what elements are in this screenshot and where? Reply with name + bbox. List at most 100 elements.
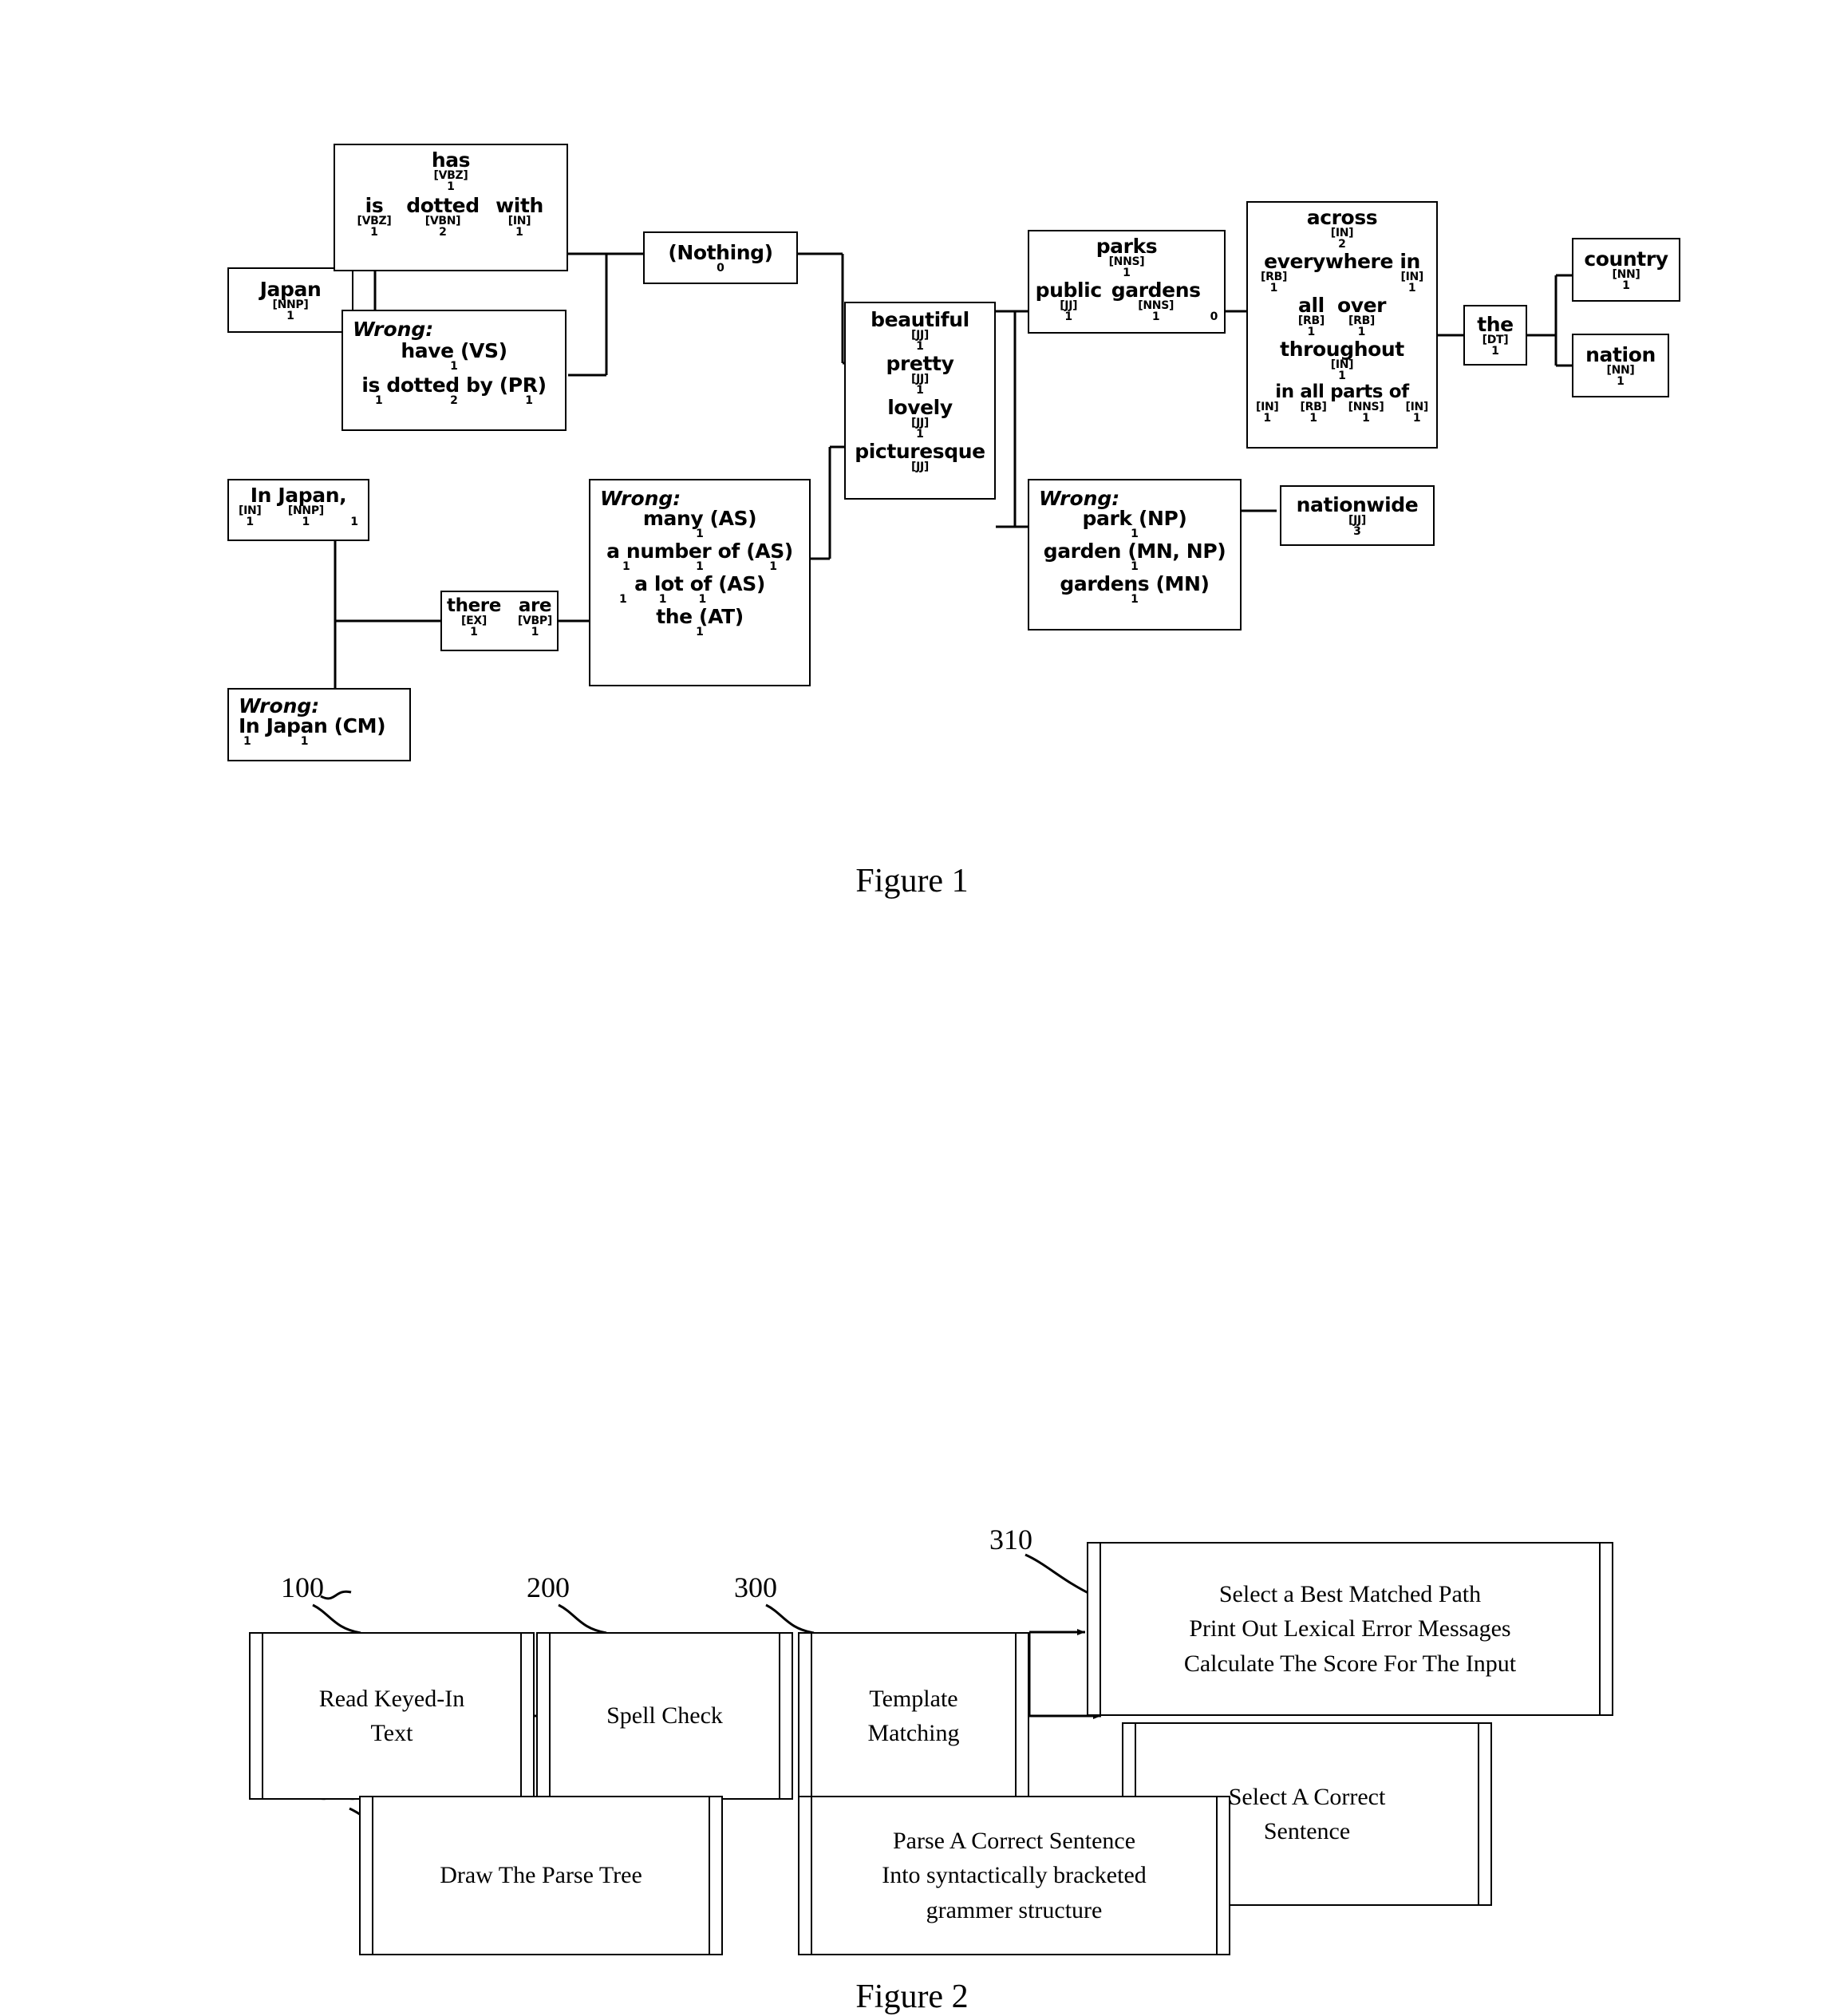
process-draw-parse-tree[interactable]: Draw The Parse Tree [359, 1796, 723, 1955]
parks-tag: [NNS] [1108, 255, 1145, 268]
public-gardens-row: public [JJ] 1 gardens [NNS] 1 0 [1034, 280, 1219, 322]
ref-number-310: 310 [989, 1524, 1032, 1555]
there-are-row: there [EX] 1 are [VBP] 1 [447, 597, 552, 638]
parks-trailing-count: 0 [1210, 310, 1218, 323]
process-template-matching[interactable]: Template Matching [798, 1632, 1029, 1800]
wrong-park-label: Wrong: [1039, 487, 1120, 510]
draw-line-1: Draw The Parse Tree [440, 1862, 642, 1889]
is-dotted-by-counts: 1 2 1 [353, 395, 555, 406]
figure-1-caption: Figure 1 [855, 863, 969, 899]
in-tag: [IN] [1400, 271, 1423, 283]
node-adjectives[interactable]: beautiful [JJ] 1 pretty [JJ] 1 lovely [J… [844, 302, 996, 500]
the-at-count: 1 [696, 626, 704, 638]
in-all-parts-of-line: in all parts of [1253, 383, 1431, 401]
with-count: 1 [515, 226, 523, 239]
token-there: there [EX] 1 [447, 597, 501, 638]
park-np-word: park (NP) [1082, 507, 1187, 530]
nationwide-tag: [JJ] [1348, 513, 1366, 527]
country-word: country [1584, 247, 1668, 271]
ref-number-300: 300 [734, 1571, 777, 1603]
dotted-count: 2 [439, 226, 447, 239]
parse-line-3: grammer structure [926, 1896, 1103, 1923]
node-nothing[interactable]: (Nothing) 0 [643, 231, 798, 284]
has-word: has [431, 148, 471, 172]
everywhere-tag: [RB] [1261, 271, 1288, 283]
process-spell-check[interactable]: Spell Check [536, 1632, 793, 1800]
node-parks[interactable]: parks [NNS] 1 public [JJ] 1 gardens [NNS… [1028, 230, 1226, 334]
ref-number-200: 200 [527, 1571, 570, 1603]
node-has-is-dotted-with[interactable]: has [VBZ] 1 is [VBZ] 1 dotted [VBN] 2 wi… [334, 144, 568, 271]
gardens-mn-count: 1 [1131, 593, 1139, 606]
node-japan-word: Japan [259, 277, 322, 301]
parts-word: parts [1330, 381, 1384, 402]
of-col: [IN] 1 [1405, 401, 1428, 424]
in-count: 1 [1407, 282, 1416, 294]
there-word: there [447, 595, 501, 616]
a-lot-of-word: a lot of (AS) [634, 572, 765, 595]
throughout-count: 1 [1338, 370, 1346, 382]
there-tag: [EX] [460, 615, 487, 627]
node-in-japan[interactable]: In Japan, [IN] 1 [NNP] 1 1 [227, 479, 369, 541]
token-all: all [RB] 1 [1298, 295, 1325, 338]
a-number-of-word: a number of (AS) [606, 540, 793, 563]
picturesque-word: picturesque [855, 440, 985, 463]
over-count: 1 [1357, 326, 1366, 338]
node-there-are[interactable]: there [EX] 1 are [VBP] 1 [440, 591, 559, 651]
wrong-have-label: Wrong: [353, 318, 434, 341]
count-3: 1 [769, 560, 777, 573]
process-select-best-matched-path[interactable]: Select a Best Matched Path Print Out Lex… [1087, 1542, 1613, 1716]
node-wrong-have[interactable]: Wrong: have (VS) 1 is dotted by (PR) 1 2… [342, 310, 567, 431]
are-tag: [VBP] [517, 615, 552, 627]
nation-tag: [NN] [1606, 363, 1635, 377]
token-trailing: 0 [1210, 311, 1218, 322]
of-count: 1 [1412, 412, 1421, 425]
token-gardens: gardens [NNS] 1 [1111, 280, 1201, 322]
lovely-tag: [JJ] [910, 417, 929, 429]
process-read-keyed-in-text[interactable]: Read Keyed-In Text [249, 1632, 535, 1800]
garden-mn-np-count: 1 [1131, 560, 1139, 573]
the-tag: [DT] [1482, 333, 1509, 346]
beautiful-word: beautiful [871, 308, 969, 331]
count-2: 2 [450, 394, 458, 407]
lovely-word: lovely [887, 396, 953, 419]
a-lot-of-counts: 1 1 1 [600, 594, 799, 605]
node-japan[interactable]: Japan [NNP] 1 [227, 267, 353, 333]
node-wrong-many[interactable]: Wrong: many (AS) 1 a number of (AS) 1 1 … [589, 479, 811, 686]
node-across[interactable]: across [IN] 2 everywhere in [RB] 1 [IN] … [1246, 201, 1438, 449]
in2-count: 1 [1263, 412, 1272, 425]
node-wrong-park[interactable]: Wrong: park (NP) 1 garden (MN, NP) 1 gar… [1028, 479, 1242, 630]
in2-tag: [IN] [1256, 401, 1279, 413]
in-japan-tags: [IN] 1 [NNP] 1 1 [235, 505, 361, 528]
have-vs-word: have (VS) [401, 339, 507, 362]
nothing-count: 0 [717, 261, 724, 275]
path-line-3: Calculate The Score For The Input [1183, 1650, 1517, 1677]
node-wrong-in-japan[interactable]: Wrong: In Japan (CM) 1 1 [227, 688, 411, 761]
pretty-word: pretty [886, 352, 954, 375]
is-dotted-by-word: is dotted by (PR) [361, 374, 547, 397]
token-with: with [IN] 1 [487, 196, 552, 238]
read-line-1: Read Keyed-In [318, 1685, 465, 1712]
everywhere-in-tags: [RB] 1 [IN] 1 [1253, 271, 1431, 294]
process-parse-correct-sentence[interactable]: Parse A Correct Sentence Into syntactica… [798, 1796, 1230, 1955]
node-the[interactable]: the [DT] 1 [1463, 305, 1527, 366]
in2-word: in [1275, 381, 1294, 402]
all-word: all [1298, 294, 1325, 317]
node-japan-count: 1 [286, 309, 294, 322]
parts-count: 1 [1362, 412, 1370, 425]
spell-line-1: Spell Check [606, 1702, 723, 1729]
all2-col: [RB] 1 [1301, 401, 1327, 424]
count-2: 1 [658, 593, 667, 606]
is-word: is [365, 194, 384, 217]
everywhere-word: everywhere [1264, 250, 1394, 273]
there-count: 1 [470, 626, 478, 638]
all2-tag: [RB] [1300, 401, 1327, 413]
nationwide-word: nationwide [1296, 492, 1419, 516]
select-sentence-line-2: Sentence [1263, 1818, 1351, 1844]
everywhere-col: [RB] 1 [1261, 271, 1287, 294]
node-nationwide[interactable]: nationwide [JJ] 3 [1280, 485, 1435, 546]
node-nation[interactable]: nation [NN] 1 [1572, 334, 1669, 397]
ref-number-100: 100 [281, 1571, 324, 1603]
is-tag: [VBZ] [357, 215, 392, 227]
node-country[interactable]: country [NN] 1 [1572, 238, 1680, 302]
nnp-tag: [NNP] [287, 504, 324, 517]
